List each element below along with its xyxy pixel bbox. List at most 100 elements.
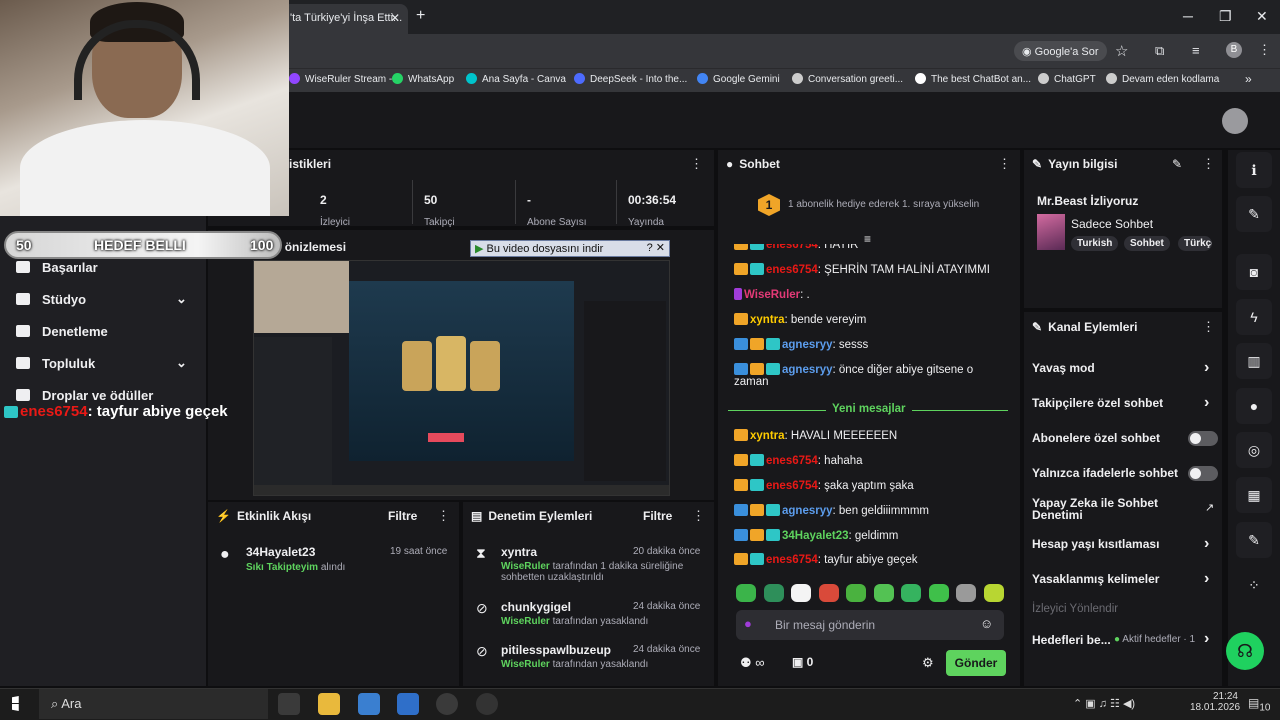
channel-action-label[interactable]: Yavaş mod [1032,362,1095,374]
emote-icon[interactable] [928,584,949,602]
browser-menu-icon[interactable]: ⋮ [1258,42,1271,58]
chat-username[interactable]: enes6754 [766,480,818,492]
emote-icon[interactable] [791,584,811,602]
sidebar-item[interactable]: Droplar ve ödüller [16,388,153,403]
chat-bubble-icon[interactable]: ● [1236,388,1272,424]
taskbar-search[interactable]: ⌕ Ara [39,689,268,719]
download-video-bar[interactable]: ▶ Bu video dosyasını indir ? ✕ [470,240,670,257]
chat-username[interactable]: 34Hayalet23 [782,530,849,542]
lightning-icon[interactable]: ϟ [1236,299,1272,335]
emote-icon[interactable] [956,584,976,602]
group-icon[interactable]: ⁘ [1236,567,1272,603]
external-link-icon[interactable]: ↗ [1205,501,1214,514]
channel-action-label[interactable]: Yapay Zeka ile Sohbet Denetimi [1032,497,1158,521]
media-icon[interactable]: ≡ [1192,43,1200,58]
user-avatar[interactable] [1222,108,1248,134]
stream-tag[interactable]: Turkish [1071,236,1119,251]
chat-username[interactable]: xyntra [750,314,785,326]
stats-menu-icon[interactable]: ⋮ [690,156,703,172]
emote-icon[interactable] [736,584,756,602]
channel-action-label[interactable]: Abonelere özel sohbet [1032,432,1160,444]
maximize-icon[interactable]: ❐ [1219,8,1232,25]
pinned-collapse-icon[interactable]: ≡ [864,232,871,246]
chevron-right-icon[interactable]: › [1204,570,1209,588]
notes-icon[interactable]: ▥ [1236,343,1272,379]
broadcast-icon[interactable]: ◎ [1236,432,1272,468]
mod-target-user[interactable]: chunkygigel [501,600,571,614]
profile-avatar[interactable]: B [1226,42,1242,58]
goals-action[interactable]: Hedefleri be... [1032,633,1111,647]
google-sor-button[interactable]: ◉ Google'a Sor [1014,41,1107,61]
headset-icon[interactable]: ☊ [1226,632,1264,670]
activity-user[interactable]: 34Hayalet23 [246,545,315,559]
bookmark-item[interactable]: ChatGPT [1038,73,1096,85]
notifications-icon[interactable]: ▤10 [1248,696,1270,713]
channel-action-label[interactable]: Yasaklanmış kelimeler [1032,573,1159,585]
new-tab-icon[interactable]: + [416,7,425,25]
bookmark-item[interactable]: Ana Sayfa - Canva [466,73,566,85]
bookmark-item[interactable]: Google Gemini [697,73,780,85]
mic-icon[interactable]: ● [744,616,752,631]
toggle-switch[interactable] [1188,431,1218,446]
stream-tag[interactable]: Sohbet [1124,236,1170,251]
emoji-icon[interactable]: ☺ [980,616,993,631]
chat-menu-icon[interactable]: ⋮ [998,156,1011,172]
stream-info-menu-icon[interactable]: ⋮ [1202,156,1215,172]
toggle-switch[interactable] [1188,466,1218,481]
channel-action-label[interactable]: Hesap yaşı kısıtlaması [1032,538,1159,550]
chevron-right-icon[interactable]: › [1204,630,1209,648]
stream-tag[interactable]: Türkçe [1178,236,1212,251]
chat-username[interactable]: enes6754 [766,554,818,566]
chat-username[interactable]: agnesryy [782,364,833,376]
window-close-icon[interactable]: ✕ [1256,8,1268,25]
app-icon[interactable] [358,693,380,715]
emote-icon[interactable] [846,584,866,602]
chat-settings-icon[interactable]: ⚉ ∞ [740,655,765,671]
pencil-icon[interactable]: ✎ [1236,196,1272,232]
camera-icon[interactable]: ◙ [1236,254,1272,290]
channel-action-label[interactable]: Takipçilere özel sohbet [1032,397,1163,409]
channel-action-label[interactable]: Yalnızca ifadelerle sohbet [1032,467,1178,479]
activity-menu-icon[interactable]: ⋮ [437,508,450,524]
send-button[interactable]: Gönder [946,650,1006,676]
tray-icons[interactable]: ⌃ ▣ ♫ ☷ ◀) [1073,697,1135,710]
tool-icon[interactable]: ✎ [1236,522,1272,558]
extensions-icon[interactable]: ⧉ [1155,43,1164,59]
chrome-icon[interactable] [436,693,458,715]
bookmark-star-icon[interactable]: ☆ [1115,42,1128,60]
clock[interactable]: 21:24 18.01.2026 [1190,691,1240,713]
sidebar-item[interactable]: Başarılar [16,260,98,275]
bookmark-item[interactable]: Conversation greeti... [792,73,903,85]
stream-video-preview[interactable] [253,260,670,496]
obs-icon[interactable] [476,693,498,715]
chevron-right-icon[interactable]: › [1204,394,1209,412]
emote-icon[interactable] [763,584,784,602]
chat-username[interactable]: enes6754 [766,455,818,467]
moderation-menu-icon[interactable]: ⋮ [692,508,705,524]
sidebar-item[interactable]: Topluluk [16,356,95,371]
channel-actions-menu-icon[interactable]: ⋮ [1202,319,1215,335]
minimize-icon[interactable]: ─ [1183,8,1193,24]
chat-username[interactable]: WiseRuler [744,289,800,301]
gear-icon[interactable]: ⚙ [922,655,934,671]
edit-icon[interactable]: ✎ [1172,157,1182,171]
chat-username[interactable]: xyntra [750,430,785,442]
emote-icon[interactable] [901,584,921,602]
help-close-icon[interactable]: ? ✕ [647,241,665,254]
chevron-right-icon[interactable]: › [1204,359,1209,377]
layout-icon[interactable]: ▦ [1236,477,1272,513]
moderation-filter-button[interactable]: Filtre [643,509,672,523]
sidebar-item[interactable]: Denetleme [16,324,108,339]
info-icon[interactable]: ℹ [1236,152,1272,188]
task-view-icon[interactable] [278,693,300,715]
bookmark-item[interactable]: Devam eden kodlama [1106,73,1219,85]
emote-icon[interactable] [873,584,894,602]
bookmark-item[interactable]: WhatsApp [392,73,454,85]
more-bookmarks-icon[interactable]: » [1245,72,1252,86]
chevron-right-icon[interactable]: › [1204,535,1209,553]
store-icon[interactable] [397,693,419,715]
close-tab-icon[interactable]: ✕ [390,11,400,25]
chevron-down-icon[interactable]: ⌄ [176,291,187,307]
browser-tab[interactable]: 'ta Türkiye'yi İnşa Etti... ✕ [282,4,408,34]
chat-username[interactable]: agnesryy [782,339,833,351]
